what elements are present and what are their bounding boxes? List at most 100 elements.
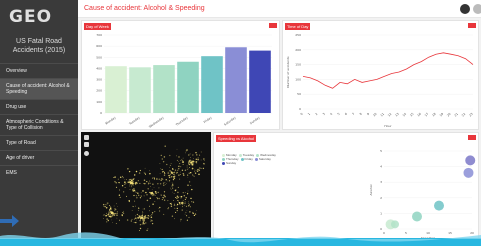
- accident-dot: [135, 215, 137, 217]
- accident-dot: [108, 211, 110, 212]
- bar-chart-panel: Day of Week 0 100 200 300 400 500 600 700 Monday…: [81, 20, 280, 130]
- y-tick-label: 100: [96, 100, 102, 104]
- accident-dot: [179, 203, 181, 206]
- accident-dot: [110, 206, 112, 208]
- scatter-chart: 01234505101520SpeedingAlcohol: [369, 149, 476, 240]
- accident-dot: [151, 195, 153, 197]
- settings-icon[interactable]: [473, 4, 481, 14]
- y-tick-label: 5: [380, 149, 382, 153]
- user-menu-icon[interactable]: [460, 4, 470, 14]
- logo-text: GEO: [9, 7, 53, 27]
- zoom-in-button[interactable]: [84, 135, 89, 140]
- scatter-point[interactable]: [391, 220, 399, 229]
- accident-dot: [189, 161, 192, 164]
- accident-dot: [111, 208, 113, 210]
- scatter-point[interactable]: [434, 200, 444, 211]
- sidebar-item-drug-use[interactable]: Drug use: [0, 99, 78, 114]
- zoom-out-button[interactable]: [84, 142, 89, 147]
- accident-dot: [143, 208, 145, 210]
- accident-dot: [150, 182, 152, 184]
- accident-dot: [149, 170, 151, 172]
- series-line[interactable]: [302, 52, 474, 89]
- accident-dot: [109, 216, 111, 218]
- accident-dot: [151, 214, 153, 216]
- sidebar-item-atmospheric[interactable]: Atmospheric Conditions & Type of Collisi…: [0, 114, 78, 135]
- accident-dot: [178, 156, 180, 158]
- accident-dot: [180, 220, 181, 222]
- x-tick-label: Saturday: [223, 115, 237, 126]
- sidebar-item-overview[interactable]: Overview: [0, 63, 78, 78]
- accident-dot: [163, 213, 165, 215]
- map-reset-button[interactable]: [84, 151, 89, 156]
- scatter-point[interactable]: [412, 211, 422, 222]
- accident-dot: [143, 171, 145, 173]
- accident-dot: [106, 202, 108, 204]
- sidebar-item-alcohol-speeding[interactable]: Cause of accident: Alcohol & Speeding: [0, 78, 78, 99]
- accident-dot: [143, 215, 145, 217]
- sidebar-item-ems[interactable]: EMS: [0, 165, 78, 180]
- accident-dot: [151, 212, 154, 214]
- bar[interactable]: [129, 67, 151, 113]
- map-panel[interactable]: [81, 132, 211, 242]
- accident-dot: [178, 165, 180, 167]
- accident-dot: [181, 200, 183, 202]
- bar[interactable]: [201, 56, 223, 113]
- accident-dot: [193, 171, 195, 173]
- accident-dot: [200, 159, 202, 161]
- accident-map[interactable]: [82, 133, 212, 243]
- accident-dot: [180, 195, 183, 198]
- accident-dot: [139, 227, 142, 230]
- accident-dot: [161, 177, 163, 180]
- accident-dot: [116, 214, 118, 216]
- accident-dot: [163, 191, 166, 193]
- header: Cause of accident: Alcohol & Speeding: [78, 0, 481, 18]
- sidebar-item-type-of-road[interactable]: Type of Road: [0, 135, 78, 150]
- accident-dot: [115, 182, 117, 184]
- accident-dot: [122, 211, 124, 214]
- accident-dot: [144, 217, 145, 219]
- accident-dot: [186, 165, 188, 167]
- accident-dot: [139, 220, 141, 221]
- accident-dot: [131, 218, 133, 220]
- accident-dot: [108, 212, 110, 214]
- accident-dot: [130, 186, 132, 188]
- accident-dot: [109, 210, 111, 212]
- scatter-point[interactable]: [463, 167, 474, 178]
- accident-dot: [114, 176, 116, 178]
- bar[interactable]: [177, 61, 199, 113]
- accident-dot: [147, 217, 149, 219]
- accident-dot: [185, 199, 186, 200]
- scatter-point[interactable]: [465, 155, 476, 166]
- x-tick-label: Tuesday: [127, 115, 140, 126]
- accident-dot: [135, 191, 137, 193]
- accident-dot: [119, 176, 122, 178]
- accident-dot: [147, 215, 149, 217]
- accident-dot: [123, 210, 125, 212]
- accident-dot: [132, 181, 134, 183]
- accident-dot: [161, 158, 163, 160]
- accident-dot: [178, 174, 180, 176]
- accident-dot: [188, 161, 190, 163]
- accident-dot: [176, 207, 178, 210]
- accident-dot: [116, 203, 117, 205]
- accident-dot: [143, 216, 145, 218]
- accident-dot: [197, 159, 199, 161]
- x-tick-label: 13: [394, 112, 400, 118]
- accident-dot: [136, 197, 138, 199]
- accident-dot: [158, 187, 160, 189]
- accident-dot: [178, 201, 180, 203]
- accident-dot: [122, 177, 124, 179]
- bar[interactable]: [249, 50, 271, 113]
- accident-dot: [138, 172, 141, 174]
- bar[interactable]: [153, 65, 175, 113]
- bar[interactable]: [225, 47, 247, 113]
- x-tick-label: 1: [307, 112, 311, 116]
- accident-dot: [161, 171, 164, 173]
- bar[interactable]: [105, 66, 127, 113]
- x-tick-label: 3: [322, 112, 326, 116]
- accident-dot: [183, 200, 185, 202]
- sidebar-item-age-of-driver[interactable]: Age of driver: [0, 150, 78, 165]
- accident-dot: [149, 191, 151, 194]
- accident-dot: [181, 158, 183, 160]
- y-tick-label: 700: [96, 33, 102, 37]
